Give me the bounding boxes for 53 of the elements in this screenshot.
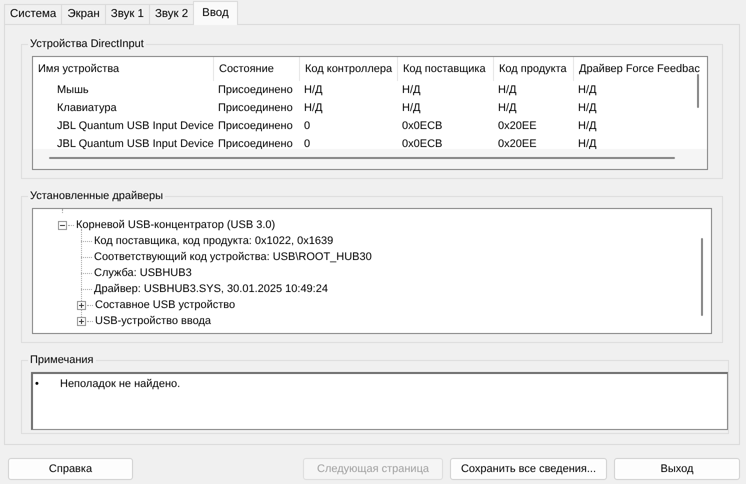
table-cell-text: 0 xyxy=(303,137,312,152)
table-cell-text: JBL Quantum USB Input Device xyxy=(56,119,214,134)
tree-item[interactable]: Драйвер: USBHUB3.SYS, 30.01.2025 10:49:24 xyxy=(94,283,328,295)
column-header[interactable]: Код продукта xyxy=(494,57,574,81)
table-cell-text: Клавиатура xyxy=(56,101,118,116)
group-title: Устройства DirectInput xyxy=(28,37,146,51)
table-cell-text: Н/Д xyxy=(401,101,422,116)
table-cell-text: Присоединено xyxy=(217,137,294,152)
table-cell-text: Н/Д xyxy=(577,119,596,134)
table-cell-text: Н/Д xyxy=(577,83,596,98)
table-cell-text: Н/Д xyxy=(303,83,324,98)
vertical-scrollbar[interactable] xyxy=(697,74,699,108)
table-cell-text: 0x0ECB xyxy=(401,137,444,152)
table-cell-text: Н/Д xyxy=(401,83,422,98)
table-cell-text: JBL Quantum USB Input Device xyxy=(56,137,214,152)
note-text: Неполадок не найдено. xyxy=(60,377,180,392)
tab[interactable]: Ввод xyxy=(193,1,238,25)
column-header[interactable]: Имя устройства xyxy=(33,57,214,81)
table-cell-text: Н/Д xyxy=(497,101,518,116)
column-header[interactable]: Код контроллера xyxy=(300,57,398,81)
tab[interactable]: Система xyxy=(4,4,62,24)
tree-item[interactable]: Корневой USB-концентратор (USB 3.0) xyxy=(76,219,276,231)
table-cell-text: Присоединено xyxy=(217,101,294,116)
vertical-scrollbar[interactable] xyxy=(701,238,703,316)
table-cell-text: Мышь xyxy=(56,83,90,98)
group-title: Установленные драйверы xyxy=(28,189,165,203)
table-cell-text: 0x0ECB xyxy=(401,119,444,134)
table-cell-text: Присоединено xyxy=(217,119,294,134)
table-cell-text: 0x20EE xyxy=(497,119,538,134)
dialog-button[interactable]: Сохранить все сведения... xyxy=(450,458,607,480)
bullet: • xyxy=(35,378,39,390)
horizontal-scrollbar[interactable] xyxy=(49,157,675,159)
table-cell-text: Н/Д xyxy=(303,101,324,116)
table-cell-text: 0 xyxy=(303,119,312,134)
dialog-button[interactable]: Выход xyxy=(614,458,740,480)
tree-item[interactable]: Соответствующий код устройства: USB\ROOT_HUB30 xyxy=(94,251,372,263)
dialog-button[interactable]: Справка xyxy=(8,458,133,480)
column-header[interactable]: Состояние xyxy=(214,57,300,81)
tree-item[interactable]: Составное USB устройство xyxy=(95,299,236,311)
collapse-icon[interactable] xyxy=(58,220,67,230)
group-title: Примечания xyxy=(28,353,96,367)
table-cell-text: Н/Д xyxy=(497,83,518,98)
expand-icon[interactable] xyxy=(77,300,86,310)
table-cell-text: Н/Д xyxy=(577,101,596,116)
expand-icon[interactable] xyxy=(77,316,86,326)
tree-item[interactable]: Служба: USBHUB3 xyxy=(94,267,192,279)
column-header[interactable]: Код поставщика xyxy=(398,57,494,81)
column-header[interactable]: Драйвер Force Feedbac xyxy=(574,57,700,81)
tree-item[interactable]: USB-устройство ввода xyxy=(95,315,211,327)
table-cell-text: Присоединено xyxy=(217,83,294,98)
table-cell-text: Н/Д xyxy=(577,137,596,152)
tree-item[interactable]: Код поставщика, код продукта: 0x1022, 0x1639 xyxy=(94,235,334,247)
table-cell-text: 0x20EE xyxy=(497,137,538,152)
